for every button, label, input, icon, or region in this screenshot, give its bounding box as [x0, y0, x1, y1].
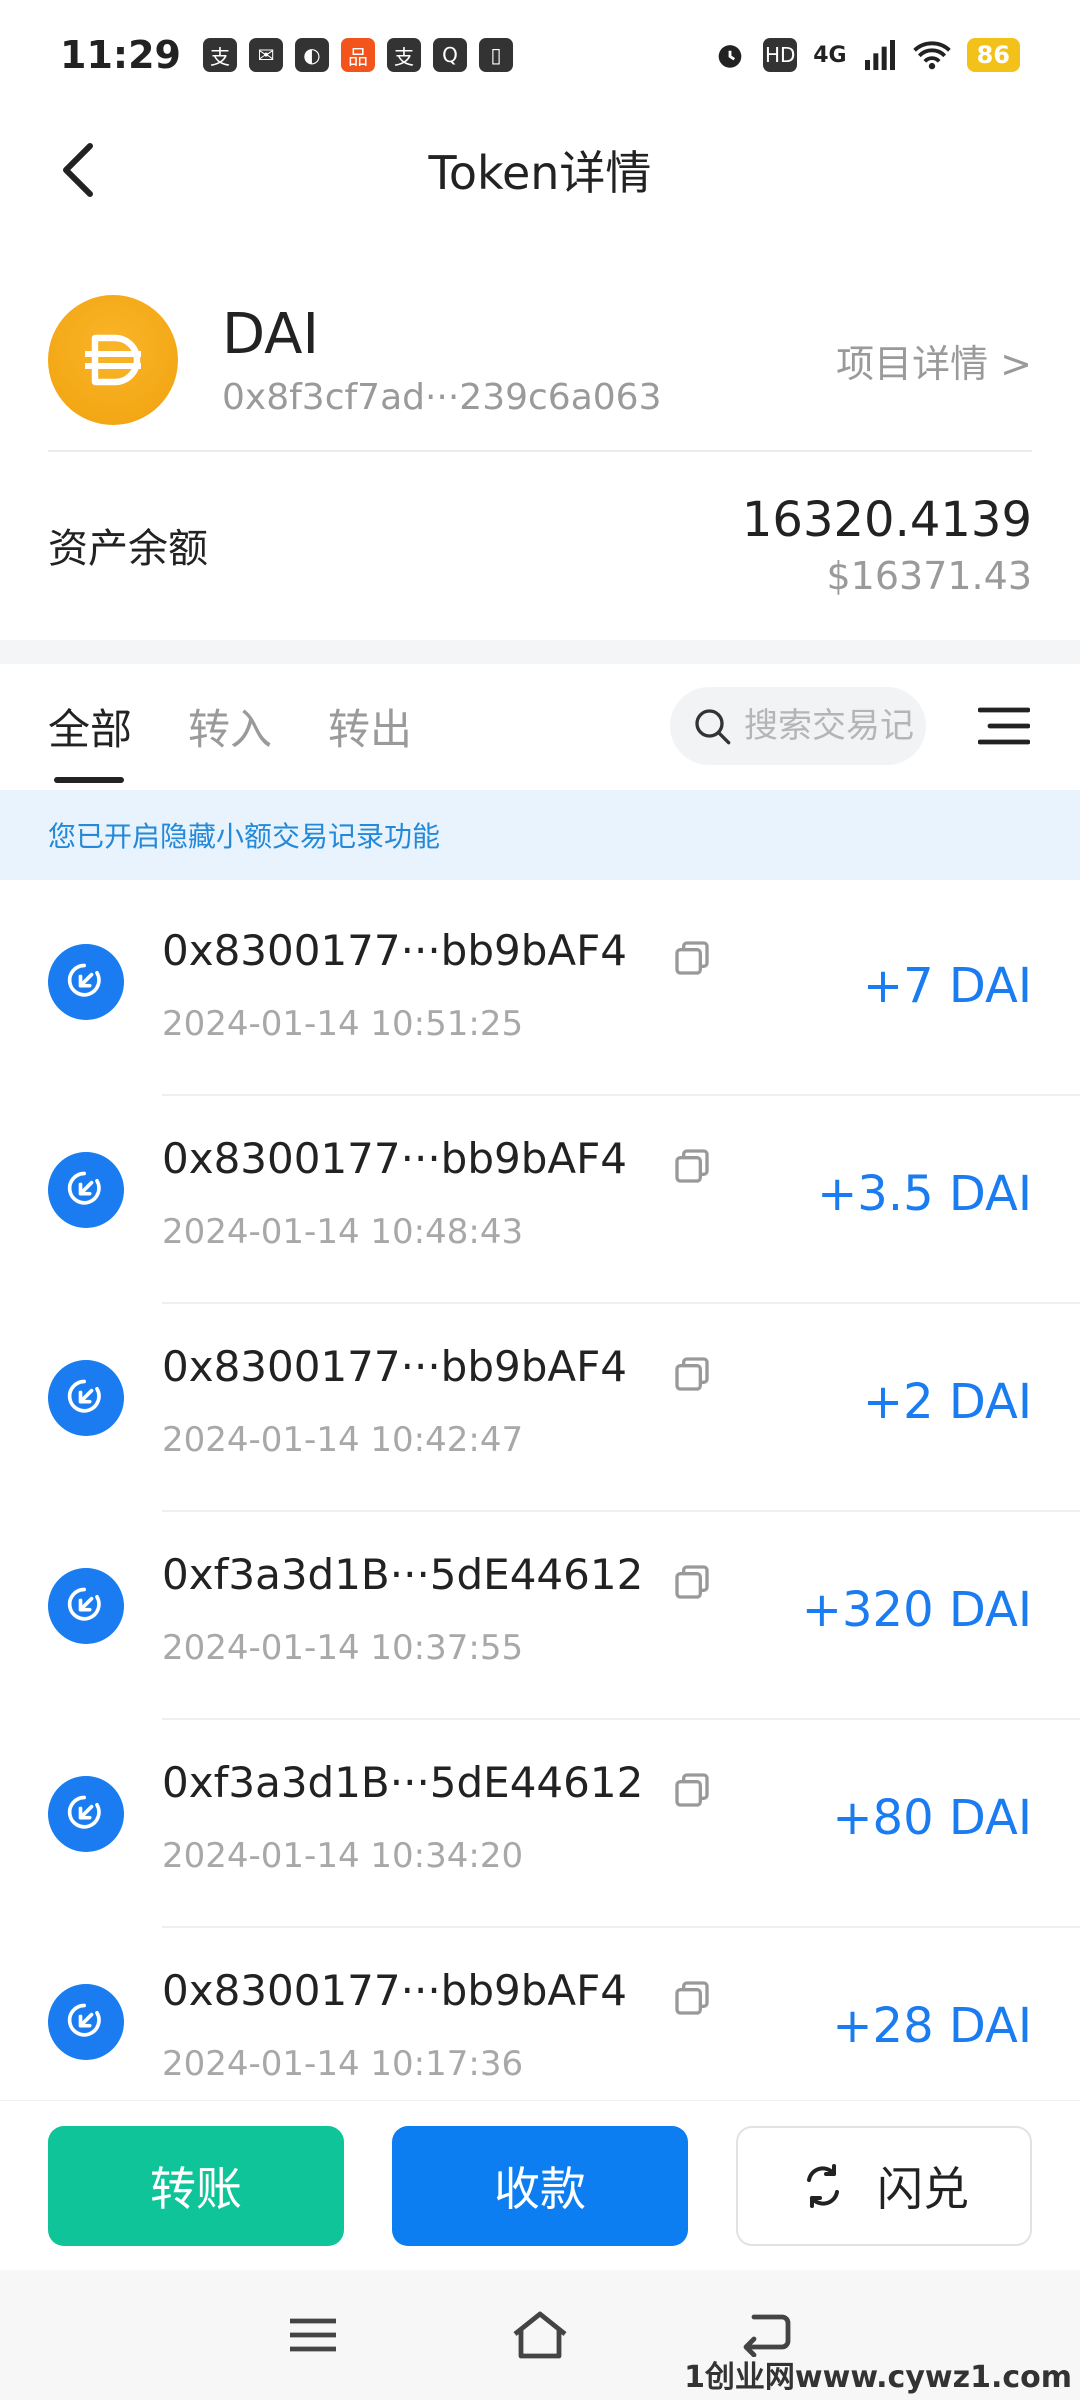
receive-arrow-icon: [48, 944, 124, 1020]
tab-bar: 全部 转入 转出: [0, 664, 1080, 788]
signal-icon: [864, 40, 895, 70]
transaction-time: 2024-01-14 10:42:47: [162, 1420, 524, 1460]
transaction-row[interactable]: 0xf3a3d1B···5dE44612 2024-01-14 10:37:55…: [0, 1512, 1080, 1720]
project-details-link[interactable]: 项目详情 >: [836, 333, 1032, 388]
status-time: 11:29: [60, 33, 181, 77]
transaction-row[interactable]: 0x8300177···bb9bAF4 2024-01-14 10:48:43 …: [0, 1096, 1080, 1304]
tab-all[interactable]: 全部: [48, 696, 132, 783]
mail-icon: ✉: [248, 38, 283, 72]
home-icon: [513, 2311, 567, 2359]
search-icon: [695, 709, 731, 745]
receive-arrow-icon: [48, 1360, 124, 1436]
search-box[interactable]: [670, 687, 926, 765]
token-address[interactable]: 0x8f3cf7ad···239c6a063: [222, 377, 662, 418]
swap-button[interactable]: 闪兑: [736, 2125, 1032, 2246]
app-icon: ◐: [294, 38, 329, 72]
nav-home-button[interactable]: [505, 2300, 575, 2370]
copy-icon[interactable]: [672, 1146, 712, 1186]
page-title: Token详情: [428, 146, 652, 200]
hd-icon: HD: [763, 38, 798, 72]
transaction-row[interactable]: 0xf3a3d1B···5dE44612 2024-01-14 10:34:20…: [0, 1720, 1080, 1928]
transaction-row[interactable]: 0x8300177···bb9bAF4 2024-01-14 10:42:47 …: [0, 1304, 1080, 1512]
search-input[interactable]: [744, 706, 914, 746]
balance-usd: $16371.43: [826, 554, 1033, 598]
transaction-time: 2024-01-14 10:17:36: [162, 2044, 524, 2084]
transaction-amount: +3.5 DAI: [817, 1166, 1032, 1222]
divider: [48, 450, 1032, 452]
transaction-amount: +7 DAI: [862, 958, 1032, 1014]
transaction-address: 0x8300177···bb9bAF4: [162, 1966, 627, 2015]
action-bar: 转账 收款 闪兑: [0, 2100, 1080, 2270]
balance-section: 资产余额 16320.4139 $16371.43: [48, 470, 1032, 620]
transaction-address: 0xf3a3d1B···5dE44612: [162, 1758, 644, 1807]
battery-indicator: 86: [966, 38, 1020, 72]
menu-filter-icon: [978, 707, 1030, 745]
receive-arrow-icon: [48, 1568, 124, 1644]
alipay-icon: 支: [202, 38, 237, 72]
network-indicator: 4G: [813, 42, 847, 68]
copy-icon[interactable]: [672, 1978, 712, 2018]
q-icon: Q: [432, 38, 467, 72]
copy-icon[interactable]: [672, 1354, 712, 1394]
alarm-icon: [718, 45, 742, 68]
copy-icon[interactable]: [672, 1770, 712, 1810]
receive-arrow-icon: [48, 1984, 124, 2060]
watermark: 1创业网www.cywz1.com: [684, 2360, 1072, 2395]
transaction-amount: +2 DAI: [862, 1374, 1032, 1430]
tab-incoming[interactable]: 转入: [188, 696, 272, 757]
transaction-amount: +80 DAI: [832, 1790, 1032, 1846]
dai-logo-icon: [48, 295, 178, 425]
transaction-time: 2024-01-14 10:34:20: [162, 1836, 524, 1876]
transaction-address: 0x8300177···bb9bAF4: [162, 1134, 627, 1183]
back-arrow-icon: [743, 2314, 791, 2357]
transaction-list: 0x8300177···bb9bAF4 2024-01-14 10:51:25 …: [0, 888, 1080, 2136]
notification-icons: 支 ✉ ◐ 品 支 Q ▯: [202, 38, 513, 72]
alipay-icon-2: 支: [386, 38, 421, 72]
transaction-amount: +320 DAI: [801, 1582, 1032, 1638]
taobao-icon: 品: [340, 38, 375, 72]
receive-button[interactable]: 收款: [392, 2125, 688, 2246]
nav-menu-button[interactable]: [278, 2300, 348, 2370]
wifi-icon: [912, 41, 951, 70]
receive-arrow-icon: [48, 1776, 124, 1852]
transfer-button[interactable]: 转账: [48, 2125, 344, 2246]
swap-label: 闪兑: [877, 2161, 969, 2216]
transaction-address: 0x8300177···bb9bAF4: [162, 926, 627, 975]
chevron-left-icon: [63, 143, 93, 197]
swap-icon: [799, 2162, 847, 2210]
transaction-address: 0xf3a3d1B···5dE44612: [162, 1550, 644, 1599]
transaction-time: 2024-01-14 10:48:43: [162, 1212, 524, 1252]
balance-amount: 16320.4139: [741, 492, 1032, 548]
token-info: DAI 0x8f3cf7ad···239c6a063 项目详情 >: [48, 270, 1032, 450]
small-tx-hidden-notice: 您已开启隐藏小额交易记录功能: [0, 790, 1080, 880]
page-header: Token详情: [0, 110, 1080, 230]
transaction-time: 2024-01-14 10:37:55: [162, 1628, 524, 1668]
copy-icon[interactable]: [672, 938, 712, 978]
section-gap: [0, 640, 1080, 664]
transaction-address: 0x8300177···bb9bAF4: [162, 1342, 627, 1391]
back-button[interactable]: [48, 140, 108, 200]
tab-outgoing[interactable]: 转出: [328, 696, 412, 757]
copy-icon[interactable]: [672, 1562, 712, 1602]
token-symbol: DAI: [222, 302, 319, 367]
balance-label: 资产余额: [48, 526, 208, 572]
menu-icon: [290, 2318, 337, 2352]
transaction-row[interactable]: 0x8300177···bb9bAF4 2024-01-14 10:51:25 …: [0, 888, 1080, 1096]
status-bar: 11:29 支 ✉ ◐ 品 支 Q ▯ HD 4G 86: [0, 0, 1080, 110]
book-icon: ▯: [478, 38, 513, 72]
filter-button[interactable]: [976, 698, 1032, 754]
receive-arrow-icon: [48, 1152, 124, 1228]
transaction-amount: +28 DAI: [832, 1998, 1032, 2054]
transaction-time: 2024-01-14 10:51:25: [162, 1004, 524, 1044]
